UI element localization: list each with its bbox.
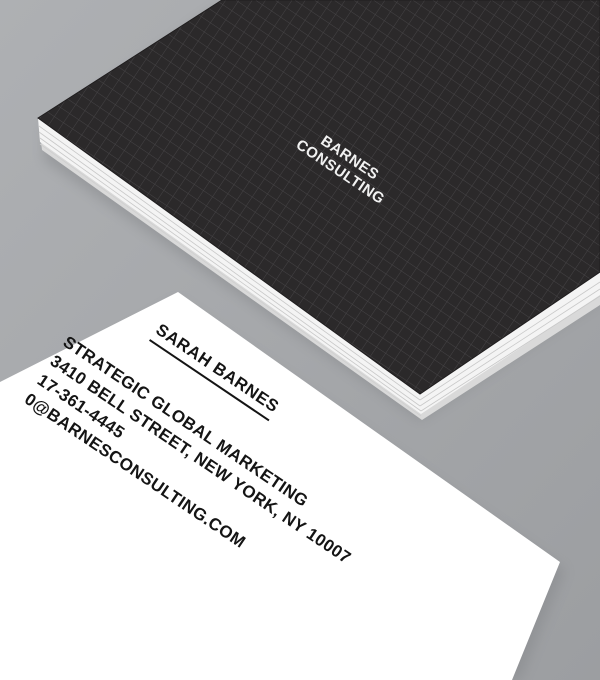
scene	[0, 0, 600, 680]
